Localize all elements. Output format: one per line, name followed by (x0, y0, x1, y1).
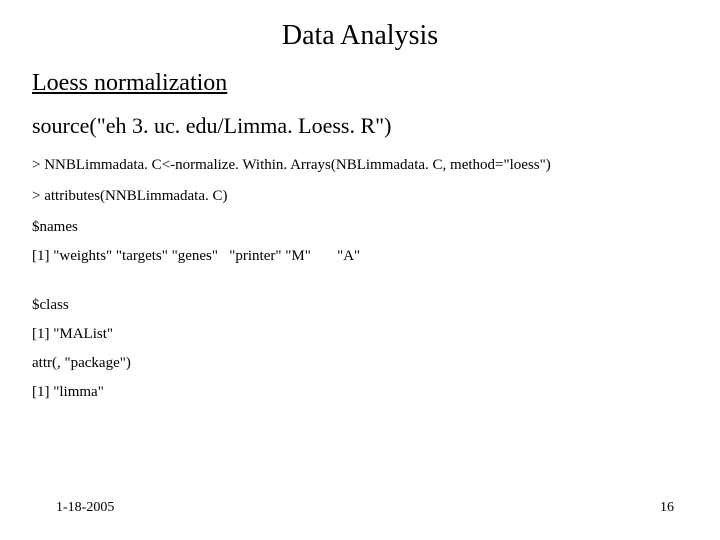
output-attr-line: attr(, "package") (32, 355, 688, 372)
slide: Data Analysis Loess normalization source… (0, 0, 720, 540)
output-package-value: [1] "limma" (32, 384, 688, 401)
output-names-values: [1] "weights" "targets" "genes" "printer… (32, 248, 688, 265)
code-line-attributes: > attributes(NNBLimmadata. C) (32, 188, 688, 205)
code-line-normalize: > NNBLimmadata. C<-normalize. Within. Ar… (32, 157, 688, 174)
output-class-label: $class (32, 297, 688, 314)
output-names-label: $names (32, 219, 688, 236)
output-class-value: [1] "MAList" (32, 326, 688, 343)
page-title: Data Analysis (32, 20, 688, 52)
section-subtitle: Loess normalization (32, 70, 688, 97)
spacer (32, 283, 688, 297)
footer: 1-18-2005 16 (0, 500, 720, 516)
footer-page-number: 16 (660, 500, 674, 516)
source-call: source("eh 3. uc. edu/Limma. Loess. R") (32, 113, 688, 139)
footer-date: 1-18-2005 (56, 500, 114, 516)
